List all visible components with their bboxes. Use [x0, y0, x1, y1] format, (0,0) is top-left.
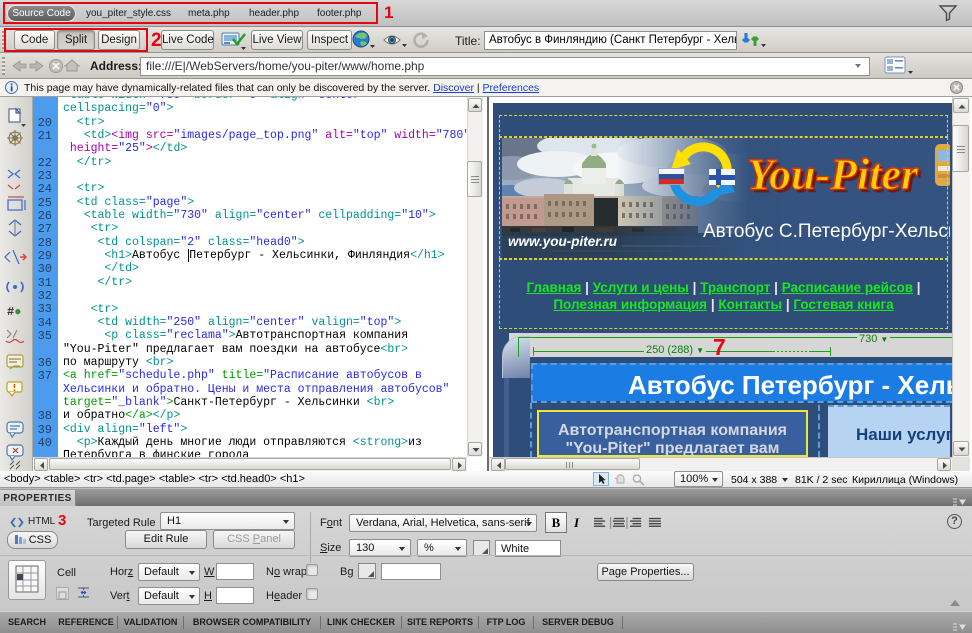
svg-text:#●: #● [7, 305, 21, 319]
